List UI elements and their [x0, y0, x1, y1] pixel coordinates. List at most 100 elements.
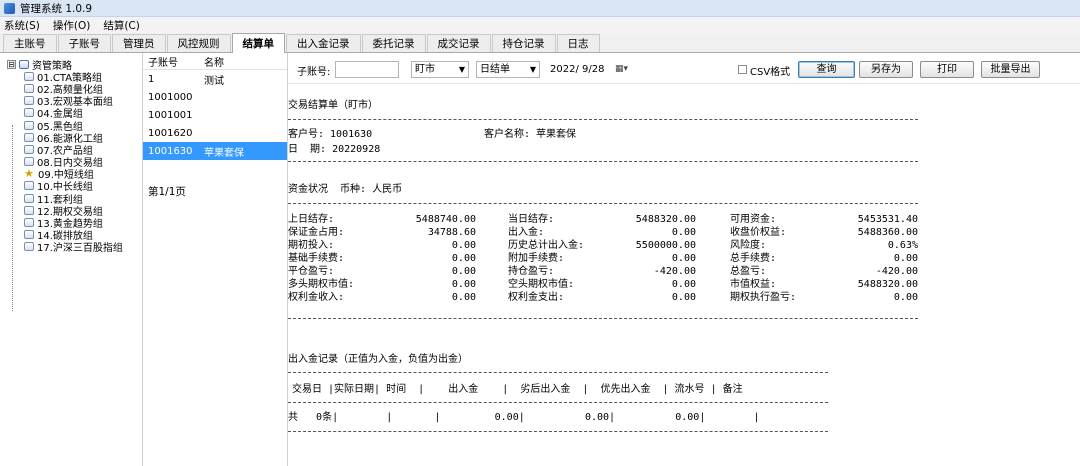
- divider: [288, 161, 918, 162]
- group-icon: [24, 242, 34, 252]
- csv-checkbox[interactable]: [738, 65, 747, 74]
- fund-value: 0.00: [451, 240, 476, 251]
- fund-value: 5500000.00: [635, 240, 696, 251]
- csv-label: CSV格式: [750, 67, 791, 78]
- menu-settlement[interactable]: 结算(C): [103, 18, 140, 33]
- fund-label: 权利金支出:: [508, 292, 565, 303]
- fund-label: 风险度:: [730, 240, 767, 251]
- divider: [288, 119, 918, 120]
- fund-label: 出入金:: [508, 227, 545, 238]
- divider: [288, 402, 828, 403]
- list-item[interactable]: 1 测试: [143, 70, 287, 88]
- group-icon: [24, 218, 34, 228]
- group-icon: [24, 144, 34, 154]
- fund-value: 0.00: [893, 292, 918, 303]
- tab-log[interactable]: 日志: [556, 34, 600, 52]
- account-id: 1001620: [148, 127, 193, 139]
- fund-label: 权利金收入:: [288, 292, 345, 303]
- market-select-value: 盯市: [415, 64, 435, 75]
- star-icon: ★: [24, 167, 34, 181]
- window-title: 管理系统 1.0.9: [20, 2, 93, 15]
- fund-value: 5488740.00: [415, 214, 476, 225]
- save-as-button[interactable]: 另存为: [859, 61, 913, 78]
- list-item[interactable]: 1001620: [143, 124, 287, 142]
- tab-sub-account[interactable]: 子账号: [57, 34, 111, 52]
- group-icon: [24, 181, 34, 191]
- tab-trade-records[interactable]: 成交记录: [426, 34, 491, 52]
- batch-export-button[interactable]: 批量导出: [981, 61, 1040, 78]
- list-header: 子账号 名称: [143, 53, 287, 70]
- query-button[interactable]: 查询: [798, 61, 855, 78]
- print-button[interactable]: 打印: [920, 61, 974, 78]
- fund-label: 期权执行盈亏:: [730, 292, 797, 303]
- fund-label: 多头期权市值:: [288, 279, 355, 290]
- list-item[interactable]: 1001000: [143, 88, 287, 106]
- tab-order-records[interactable]: 委托记录: [361, 34, 426, 52]
- fund-value: 0.00: [451, 292, 476, 303]
- fund-value: 5453531.40: [857, 214, 918, 225]
- calendar-icon[interactable]: ▦▾: [615, 62, 628, 77]
- menu-system[interactable]: 系统(S): [4, 18, 40, 33]
- tree-item-label: 17.沪深三百股指组: [37, 243, 123, 255]
- toolbar: 子账号: 盯市 ▼ 日结单 ▼ 2022/ 9/28 ▦▾ CSV格式 查询 另存为 …: [288, 53, 1080, 84]
- fund-label: 空头期权市值:: [508, 279, 575, 290]
- io-table-header: 交易日 |实际日期| 时间 | 出入金 | 劣后出入金 | 优先出入金 | 流水…: [292, 384, 743, 395]
- account-name: 苹果套保: [204, 147, 244, 159]
- fund-status-title: 资金状况 币种: 人民币: [288, 184, 403, 195]
- period-select-value: 日结单: [480, 64, 510, 75]
- period-select[interactable]: 日结单 ▼: [476, 61, 540, 78]
- tab-fund-records[interactable]: 出入金记录: [286, 34, 361, 52]
- page-info: 第1/1页: [148, 186, 186, 198]
- col-header-name[interactable]: 名称: [204, 54, 274, 69]
- collapse-icon[interactable]: ⊟: [7, 59, 16, 69]
- settlement-report: 交易结算单（盯市） 客户号: 1001630 客户名称: 苹果套保 日 期: 2…: [288, 84, 1080, 466]
- client-no: 客户号: 1001630: [288, 129, 373, 140]
- chevron-down-icon: ▼: [529, 65, 536, 74]
- group-icon: [24, 205, 34, 215]
- io-table-total-row: 共 0条| | | 0.00| 0.00| 0.00| |: [288, 412, 760, 423]
- sub-account-input[interactable]: [335, 61, 399, 78]
- fund-value: 0.00: [451, 266, 476, 277]
- menu-bar: 系统(S) 操作(O) 结算(C): [0, 17, 1080, 33]
- date-value: 2022/ 9/28: [550, 64, 605, 75]
- tab-settlement[interactable]: 结算单: [231, 33, 285, 53]
- fund-label: 持仓盈亏:: [508, 266, 555, 277]
- tab-risk-rules[interactable]: 风控规则: [166, 34, 231, 52]
- account-id: 1001630: [148, 145, 193, 157]
- sub-account-label: 子账号:: [297, 67, 331, 78]
- group-icon: [24, 193, 34, 203]
- fund-value: -420.00: [875, 266, 918, 277]
- market-select[interactable]: 盯市 ▼: [411, 61, 469, 78]
- group-icon: [24, 132, 34, 142]
- tab-position-records[interactable]: 持仓记录: [491, 34, 556, 52]
- menu-operation[interactable]: 操作(O): [53, 18, 90, 33]
- fund-label: 上日结存:: [288, 214, 335, 225]
- fund-label: 平仓盈亏:: [288, 266, 335, 277]
- tab-main-account[interactable]: 主账号: [3, 34, 57, 52]
- account-id: 1: [148, 73, 155, 85]
- divider: [288, 431, 828, 432]
- fund-label: 期初投入:: [288, 240, 335, 251]
- account-id: 1001000: [148, 91, 193, 103]
- fund-value: 0.00: [671, 227, 696, 238]
- fund-value: 0.63%: [887, 240, 918, 251]
- tab-admin[interactable]: 管理员: [112, 34, 166, 52]
- tab-bar: 主账号 子账号 管理员 风控规则 结算单 出入金记录 委托记录 成交记录 持仓记…: [0, 33, 1080, 53]
- group-icon: [24, 108, 34, 118]
- account-list: 子账号 名称 1 测试 1001000 1001001 1001620 10016…: [143, 53, 288, 466]
- fund-value: -420.00: [653, 266, 696, 277]
- list-item-selected[interactable]: 1001630 苹果套保: [143, 142, 287, 160]
- report-title: 交易结算单（盯市）: [288, 100, 378, 111]
- group-icon: [24, 83, 34, 93]
- list-item[interactable]: 1001001: [143, 106, 287, 124]
- tree-item[interactable]: 17.沪深三百股指组: [0, 241, 142, 255]
- client-name: 客户名称: 苹果套保: [484, 129, 577, 140]
- fund-label: 总盈亏:: [730, 266, 767, 277]
- divider: [288, 372, 828, 373]
- group-icon: [24, 230, 34, 240]
- fund-label: 总手续费:: [730, 253, 777, 264]
- fund-value: 0.00: [671, 279, 696, 290]
- col-header-account[interactable]: 子账号: [143, 54, 204, 69]
- date-picker[interactable]: 2022/ 9/28 ▦▾: [546, 61, 632, 78]
- fund-label: 保证金占用:: [288, 227, 345, 238]
